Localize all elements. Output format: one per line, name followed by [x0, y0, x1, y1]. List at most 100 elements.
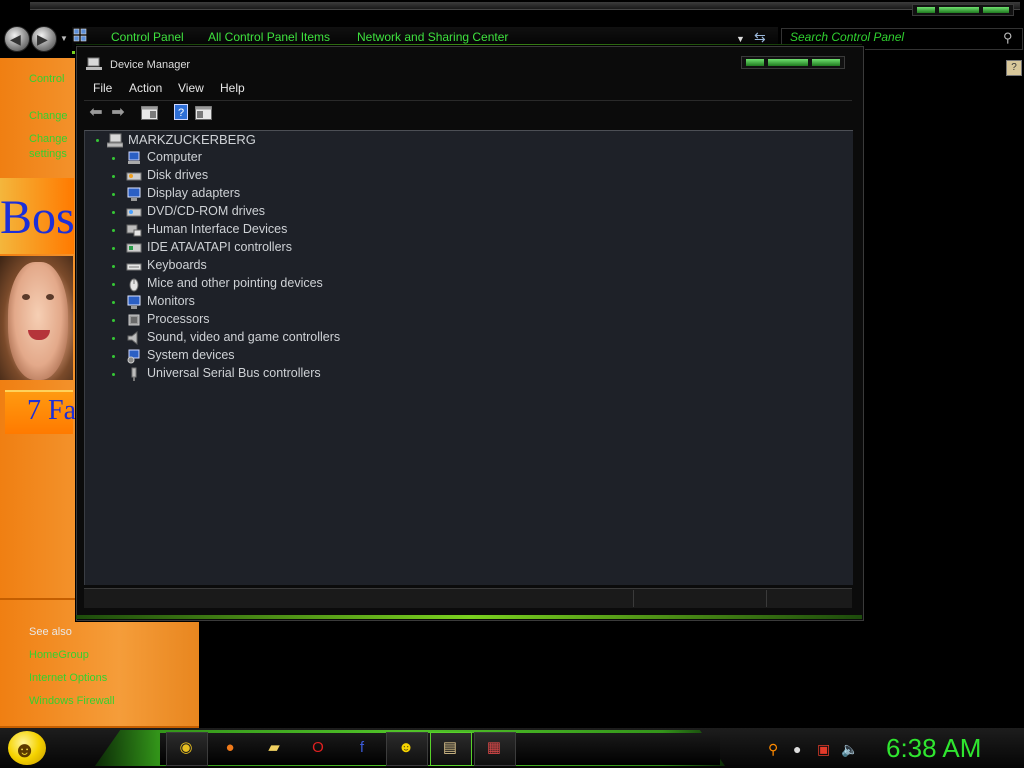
menu-file[interactable]: File	[93, 81, 112, 95]
breadcrumb-control-panel[interactable]: Control Panel	[111, 30, 184, 44]
device-category[interactable]: Computer	[85, 149, 485, 167]
device-category[interactable]: Display adapters	[85, 185, 485, 203]
device-category[interactable]: Sound, video and game controllers	[85, 329, 485, 347]
expand-icon[interactable]	[112, 319, 115, 322]
device-category[interactable]: Processors	[85, 311, 485, 329]
forward-arrow-icon[interactable]: ➡	[109, 104, 127, 122]
show-hide-console-tree-icon[interactable]	[141, 106, 158, 120]
device-manager-task-icon[interactable]: ▤	[440, 738, 460, 758]
breadcrumb-network-sharing[interactable]: Network and Sharing Center	[357, 30, 508, 44]
dm-window-buttons[interactable]	[741, 56, 845, 69]
device-category[interactable]: Monitors	[85, 293, 485, 311]
left-link-control[interactable]: Control	[29, 73, 64, 85]
taskbar-clock[interactable]: 6:38 AM	[886, 733, 981, 764]
menu-help[interactable]: Help	[220, 81, 245, 95]
forward-button[interactable]: ▶	[31, 26, 57, 52]
svg-text:?: ?	[178, 107, 184, 119]
device-category[interactable]: Disk drives	[85, 167, 485, 185]
system-devices-icon	[127, 349, 140, 364]
expand-icon[interactable]	[96, 139, 99, 142]
device-category-label: Computer	[147, 150, 202, 164]
sound-icon	[127, 330, 138, 346]
device-category[interactable]: Human Interface Devices	[85, 221, 485, 239]
status-bar	[84, 588, 852, 608]
explorer-window-buttons[interactable]	[912, 4, 1014, 16]
menu-divider	[84, 100, 852, 101]
left-link-change-2[interactable]: Change	[29, 133, 68, 145]
device-category-label: Disk drives	[147, 168, 209, 182]
help-icon[interactable]: ?	[1006, 60, 1022, 76]
device-category-label: System devices	[147, 348, 235, 362]
volume-icon[interactable]: 🔈	[841, 740, 858, 758]
expand-icon[interactable]	[112, 247, 115, 250]
expand-icon[interactable]	[112, 229, 115, 232]
device-category-label: Keyboards	[147, 258, 207, 272]
messenger-icon[interactable]: ☻	[396, 738, 416, 758]
expand-icon[interactable]	[112, 265, 115, 268]
search-tray-icon[interactable]: ⚲	[768, 740, 778, 758]
back-arrow-icon[interactable]: ⬅	[87, 104, 105, 122]
expand-icon[interactable]	[112, 157, 115, 160]
device-category-label: Universal Serial Bus controllers	[147, 366, 321, 380]
device-category-label: Processors	[147, 312, 210, 326]
left-link-settings[interactable]: settings	[29, 148, 67, 160]
expand-icon[interactable]	[112, 211, 115, 214]
ad-child-photo[interactable]	[0, 256, 73, 380]
expand-icon[interactable]	[112, 373, 115, 376]
control-panel-icon	[73, 28, 87, 42]
menu-view[interactable]: View	[178, 81, 204, 95]
device-category[interactable]: System devices	[85, 347, 485, 365]
device-category-label: DVD/CD-ROM drives	[147, 204, 266, 218]
smiley-start-icon: ☻	[13, 737, 37, 762]
expand-icon[interactable]	[112, 283, 115, 286]
breadcrumb-all-items[interactable]: All Control Panel Items	[208, 30, 330, 44]
firefox-icon[interactable]: ●	[220, 738, 240, 758]
facebook-icon[interactable]: f	[352, 738, 372, 758]
expand-icon[interactable]	[112, 355, 115, 358]
dvd-drive-icon	[126, 208, 142, 217]
computer-name: MARKZUCKERBERG	[128, 132, 256, 147]
ad-subtitle: 7 Fa	[27, 395, 76, 426]
folder-icon[interactable]: ▰	[264, 738, 284, 758]
hid-icon	[126, 224, 142, 237]
expand-icon[interactable]	[112, 301, 115, 304]
expand-icon[interactable]	[112, 337, 115, 340]
display-adapter-icon	[127, 187, 141, 201]
device-category-label: Sound, video and game controllers	[147, 330, 341, 344]
address-dropdown-icon[interactable]: ▼	[736, 34, 745, 44]
device-category[interactable]: Universal Serial Bus controllers	[85, 365, 485, 383]
back-button[interactable]: ◀	[4, 26, 30, 52]
device-category[interactable]: DVD/CD-ROM drives	[85, 203, 485, 221]
device-category-label: IDE ATA/ATAPI controllers	[147, 240, 292, 254]
device-category-label: Monitors	[147, 294, 195, 308]
device-category-label: Mice and other pointing devices	[147, 276, 323, 290]
window-title: Device Manager	[110, 59, 191, 71]
help-topics-icon[interactable]: ?	[174, 104, 188, 120]
messenger-tray-icon[interactable]: ●	[793, 740, 801, 758]
opera-icon[interactable]: O	[308, 738, 328, 758]
properties-pane-icon[interactable]	[195, 106, 212, 120]
recent-pages-chevron-icon[interactable]: ▼	[60, 34, 68, 43]
device-manager-icon	[86, 57, 102, 70]
computer-icon	[128, 151, 140, 164]
chrome-icon[interactable]: ◉	[176, 738, 196, 758]
device-category[interactable]: Keyboards	[85, 257, 485, 275]
explorer-title-strip	[30, 2, 1020, 10]
keyboard-icon	[126, 263, 142, 271]
device-category-label: Display adapters	[147, 186, 241, 200]
see-also-windows-firewall[interactable]: Windows Firewall	[29, 695, 115, 707]
dm-bottom-glow	[76, 615, 862, 619]
tree-root[interactable]: MARKZUCKERBERG	[85, 131, 485, 149]
computer-root-icon	[107, 133, 123, 148]
expand-icon[interactable]	[112, 193, 115, 196]
see-also-homegroup[interactable]: HomeGroup	[29, 649, 89, 661]
expand-icon[interactable]	[112, 175, 115, 178]
device-category[interactable]: IDE ATA/ATAPI controllers	[85, 239, 485, 257]
app-task-icon[interactable]: ▦	[484, 738, 504, 758]
see-also-internet-options[interactable]: Internet Options	[29, 672, 107, 684]
left-link-change-1[interactable]: Change	[29, 110, 68, 122]
network-tray-icon[interactable]: ▣	[817, 740, 830, 758]
menu-action[interactable]: Action	[129, 81, 162, 95]
device-category[interactable]: Mice and other pointing devices	[85, 275, 485, 293]
search-icon[interactable]: ⚲	[1003, 30, 1013, 46]
